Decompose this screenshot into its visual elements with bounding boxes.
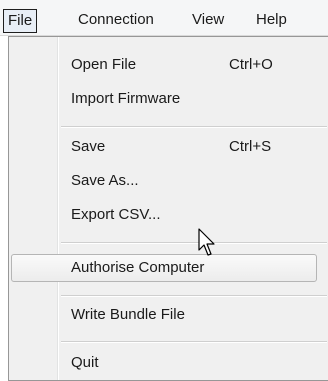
menu-view[interactable]: View [188, 9, 228, 33]
menu-item-label: Write Bundle File [71, 306, 185, 323]
menu-item-label: Quit [71, 354, 99, 371]
menu-item-write-bundle-file[interactable]: Write Bundle File [9, 301, 327, 329]
menu-item-open-file[interactable]: Open File Ctrl+O [9, 51, 327, 79]
menu-help[interactable]: Help [252, 9, 291, 33]
menu-separator [61, 242, 327, 244]
menu-item-shortcut: Ctrl+S [229, 138, 272, 155]
menu-separator [61, 126, 327, 128]
menu-item-label: Export CSV... [71, 206, 161, 223]
menu-item-label: Open File [71, 56, 137, 73]
menu-item-shortcut: Ctrl+O [229, 56, 273, 73]
menu-item-label: Save [71, 138, 106, 155]
menu-item-export-csv[interactable]: Export CSV... [9, 201, 327, 229]
menu-item-label: Save As... [71, 172, 139, 189]
menu-separator [61, 341, 327, 343]
menu-separator [61, 295, 327, 297]
menu-item-quit[interactable]: Quit [9, 349, 327, 377]
menu-item-import-firmware[interactable]: Import Firmware [9, 85, 327, 113]
menu-bar: File Connection View Help [0, 0, 328, 36]
menu-item-authorise-computer[interactable]: Authorise Computer [9, 254, 327, 282]
file-dropdown-menu: Open File Ctrl+O Import Firmware Save Ct… [8, 36, 328, 381]
menu-item-save[interactable]: Save Ctrl+S [9, 133, 327, 161]
menu-item-save-as[interactable]: Save As... [9, 167, 327, 195]
menu-file[interactable]: File [3, 9, 38, 33]
menu-connection[interactable]: Connection [74, 9, 158, 33]
menu-item-label: Import Firmware [71, 90, 181, 107]
menu-item-label: Authorise Computer [71, 259, 205, 276]
